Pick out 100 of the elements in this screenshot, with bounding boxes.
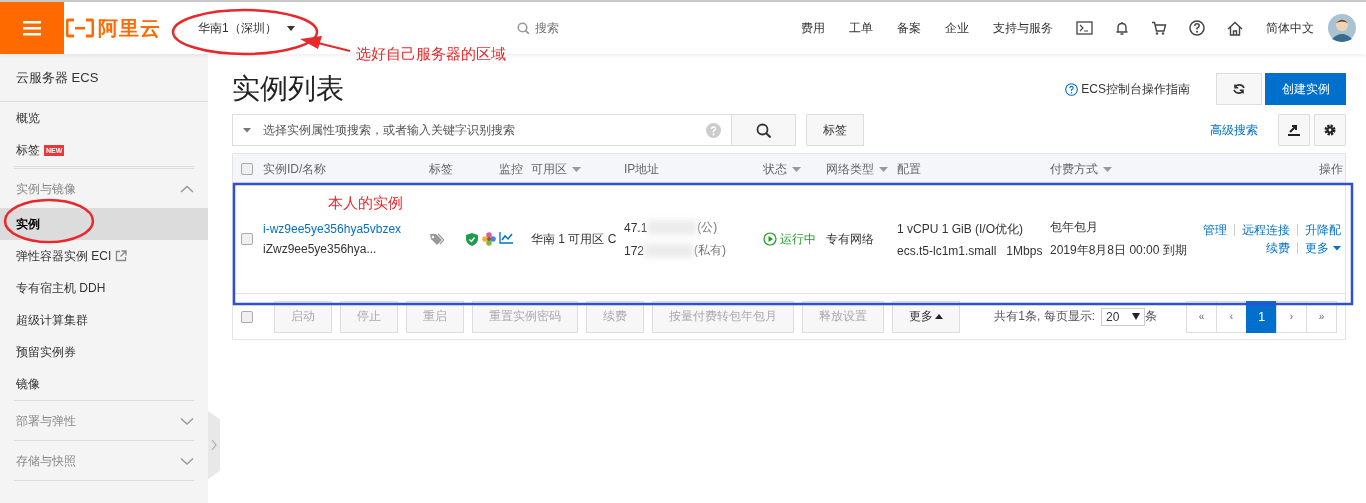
- play-icon: [763, 232, 777, 246]
- caret-icon: [243, 127, 251, 133]
- action-link[interactable]: 升降配: [1297, 224, 1341, 236]
- settings-button[interactable]: [1314, 114, 1346, 146]
- chevron-right-icon: [211, 439, 217, 451]
- chart-icon[interactable]: [499, 231, 513, 244]
- chevron-down-icon: [180, 457, 194, 465]
- instance-id-link[interactable]: i-wz9ee5ye356hya5vbzex: [263, 222, 429, 236]
- column-header: 实例ID/名称: [263, 160, 327, 178]
- menu-button[interactable]: [0, 2, 64, 54]
- column-header: 配置: [897, 160, 921, 178]
- create-button[interactable]: 创建实例: [1265, 73, 1346, 105]
- expiry-date: 2019年8月8日 00:00 到期: [1050, 242, 1188, 259]
- page-title: 实例列表: [232, 71, 344, 107]
- sidebar-item[interactable]: 预留实例券: [0, 336, 208, 368]
- zone-text: 华南 1 可用区 C: [531, 230, 618, 248]
- chevron-up-icon: [180, 185, 194, 193]
- status-text: 运行中: [780, 230, 816, 248]
- terminal-icon[interactable]: [1076, 21, 1093, 35]
- nav-link[interactable]: 支持与服务: [993, 19, 1053, 37]
- help-icon: [1065, 82, 1079, 96]
- ip-type-label: (私有): [694, 242, 727, 259]
- annotation-text: 本人的实例: [328, 194, 403, 213]
- bell-icon[interactable]: [1115, 21, 1129, 35]
- billing-type: 包年包月: [1050, 219, 1099, 236]
- nav-link[interactable]: 企业: [945, 19, 969, 37]
- ip-type-label: (公): [697, 219, 718, 236]
- action-link[interactable]: 续费: [1259, 242, 1297, 254]
- search-button[interactable]: [732, 114, 796, 146]
- column-header: 标签: [429, 160, 453, 178]
- action-button[interactable]: 更多: [892, 300, 960, 333]
- export-button[interactable]: [1278, 114, 1310, 146]
- filter-search-box[interactable]: 选择实例属性项搜索，或者输入关键字识别搜索: [232, 114, 732, 146]
- sidebar-group[interactable]: 存储与快照: [0, 442, 208, 480]
- column-header[interactable]: 可用区: [531, 160, 567, 178]
- config-text: 1 vCPU 1 GiB (I/O优化): [897, 220, 1025, 238]
- column-header: 操作: [1319, 160, 1343, 178]
- nav-link[interactable]: 备案: [897, 19, 921, 37]
- page-button[interactable]: »: [1306, 300, 1337, 333]
- sidebar-item[interactable]: 实例: [0, 208, 208, 240]
- group-label: 实例与镜像: [16, 180, 76, 198]
- column-header[interactable]: 网络类型: [826, 160, 874, 178]
- page-size-unit: 条: [1145, 308, 1157, 325]
- collapse-handle[interactable]: [208, 411, 220, 479]
- item-label: 弹性容器实例 ECI: [16, 247, 112, 265]
- nav-link[interactable]: 费用: [801, 19, 825, 37]
- column-header: IP地址: [624, 160, 660, 178]
- caret-icon: [1333, 245, 1341, 251]
- flower-icon[interactable]: [482, 232, 496, 246]
- logo-icon: [66, 18, 94, 38]
- group-label: 部署与弹性: [16, 412, 76, 430]
- checkbox[interactable]: [241, 163, 253, 175]
- caret-icon: [1132, 313, 1140, 320]
- action-link[interactable]: 远程连接: [1234, 224, 1297, 236]
- page-size-select[interactable]: 20: [1101, 307, 1145, 326]
- tag-icon[interactable]: [429, 232, 444, 246]
- search-field[interactable]: 搜索: [532, 20, 597, 36]
- bandwidth-text: 1Mbps: [1006, 243, 1043, 258]
- annotation-arrow: [300, 36, 351, 52]
- logo-text: 阿里云: [98, 15, 161, 41]
- refresh-icon: [1233, 83, 1245, 95]
- chevron-down-icon: [180, 417, 194, 425]
- group-label: 存储与快照: [16, 452, 76, 470]
- help-icon: [706, 122, 721, 138]
- advanced-search-link[interactable]: 高级搜索: [1210, 121, 1258, 139]
- sidebar-item[interactable]: 概览: [0, 102, 208, 134]
- menu-icon: [23, 20, 41, 36]
- annotation-text: 选好自己服务器的区域: [356, 45, 506, 64]
- help-icon[interactable]: [1189, 20, 1205, 36]
- sidebar-item[interactable]: 弹性容器实例 ECI: [0, 240, 208, 272]
- checkbox[interactable]: [241, 233, 253, 245]
- column-header[interactable]: 状态: [763, 160, 787, 178]
- caret-icon: [1103, 166, 1112, 172]
- home-icon[interactable]: [1227, 20, 1243, 36]
- sidebar-group[interactable]: 部署与弹性: [0, 402, 208, 440]
- network-type: 专有网络: [826, 230, 875, 248]
- item-label: 标签: [16, 141, 40, 159]
- sidebar-group[interactable]: 实例与镜像: [0, 170, 208, 208]
- tag-button[interactable]: 标签: [806, 114, 864, 146]
- nav-link[interactable]: 工单: [849, 19, 873, 37]
- guide-link[interactable]: ECS控制台操作指南: [1065, 80, 1190, 98]
- caret-icon: [879, 166, 888, 172]
- ip-address: 47.1: [624, 220, 648, 235]
- language-selector[interactable]: 简体中文: [1266, 19, 1314, 37]
- search-icon: [756, 122, 771, 138]
- caret-icon: [935, 314, 943, 319]
- export-icon: [1287, 123, 1301, 137]
- action-link[interactable]: 管理: [1196, 224, 1234, 236]
- shield-icon[interactable]: [466, 232, 478, 246]
- sidebar-item[interactable]: 镜像: [0, 368, 208, 400]
- sidebar-item[interactable]: 超级计算集群: [0, 304, 208, 336]
- column-header[interactable]: 付费方式: [1050, 160, 1098, 178]
- sidebar-item[interactable]: 专有宿主机 DDH: [0, 272, 208, 304]
- refresh-button[interactable]: [1216, 73, 1262, 105]
- more-link[interactable]: 更多: [1297, 242, 1341, 254]
- search-icon: [516, 22, 529, 34]
- avatar[interactable]: [1328, 14, 1356, 42]
- checkbox[interactable]: [241, 310, 253, 323]
- caret-icon: [572, 166, 581, 172]
- cart-icon[interactable]: [1151, 21, 1167, 35]
